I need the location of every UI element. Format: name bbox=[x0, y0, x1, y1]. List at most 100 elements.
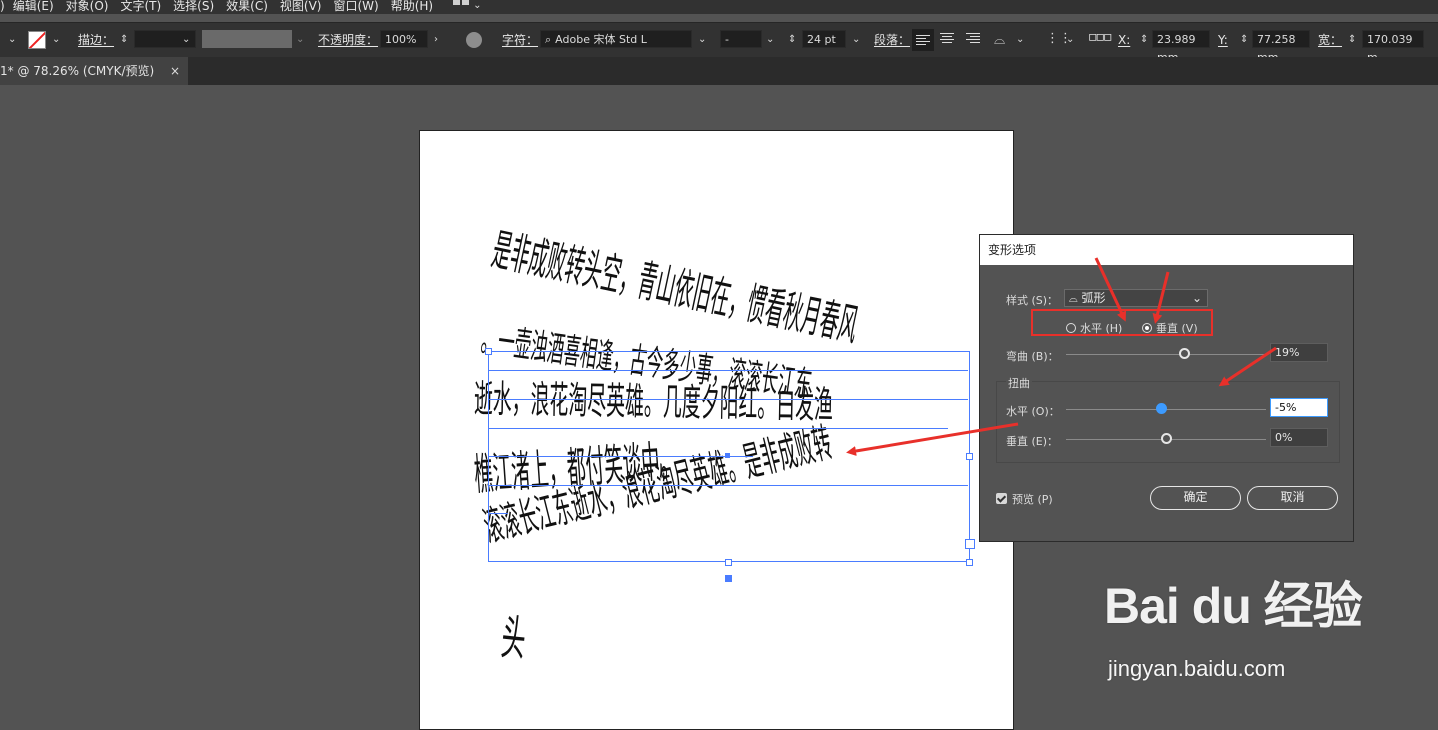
style-select-value: 弧形 bbox=[1081, 291, 1106, 305]
align-left-icon bbox=[916, 35, 930, 45]
x-stepper-icon[interactable]: ⇕ bbox=[1140, 30, 1148, 50]
workspace-switcher-icon[interactable] bbox=[453, 0, 470, 5]
menu-scroll-stub: ) bbox=[0, 0, 5, 13]
brush-definition-field[interactable] bbox=[202, 30, 292, 48]
preview-label: 预览 (P) bbox=[1012, 493, 1053, 506]
search-icon: ⌕ bbox=[545, 33, 552, 46]
control-bar: ⌄ ⌄ 描边： ⇕ ⌄ ⌄ 不透明度： 100% › 字符： ⌕ Adobe 宋体… bbox=[0, 22, 1438, 64]
width-stepper-icon[interactable]: ⇕ bbox=[1348, 30, 1356, 50]
out-port-handle[interactable] bbox=[965, 539, 975, 549]
style-label: 样式 (S)： bbox=[1006, 294, 1059, 307]
transform-reference-icon[interactable]: ▫▫▫ bbox=[1088, 29, 1113, 45]
style-select[interactable]: ⌓ 弧形 ⌄ bbox=[1064, 289, 1208, 307]
arc-style-icon: ⌓ bbox=[1069, 292, 1078, 305]
baseline-guide bbox=[488, 456, 753, 457]
font-style-field[interactable]: - bbox=[720, 30, 762, 48]
opacity-label[interactable]: 不透明度： bbox=[318, 30, 378, 50]
text-line-6[interactable]: 头 bbox=[498, 600, 529, 671]
dialog-title: 变形选项 bbox=[980, 235, 1353, 265]
font-family-dropdown-icon[interactable]: ⌄ bbox=[698, 30, 706, 50]
bend-value-field[interactable]: 19% bbox=[1270, 343, 1328, 362]
align-dropdown-icon[interactable]: ⌄ bbox=[1066, 30, 1074, 50]
menu-edit[interactable]: 编辑(E) bbox=[13, 0, 54, 12]
menu-select[interactable]: 选择(S) bbox=[173, 0, 214, 12]
font-size-field[interactable]: 24 pt bbox=[802, 30, 846, 48]
bend-label: 弯曲 (B)： bbox=[1006, 350, 1059, 363]
artboard[interactable]: 是非成败转头空，青山依旧在，惯看秋月春风 。一壶浊酒喜相逢，古今多少事，滚滚长江… bbox=[419, 130, 1014, 730]
chevron-down-icon: ⌄ bbox=[1191, 291, 1202, 305]
distortion-vertical-label: 垂直 (E)： bbox=[1006, 435, 1059, 448]
opacity-arrow-icon[interactable]: › bbox=[434, 30, 438, 50]
text-center-point bbox=[725, 453, 730, 458]
baseline-guide bbox=[488, 428, 948, 429]
baseline-guide bbox=[488, 370, 968, 371]
align-right-icon bbox=[966, 33, 980, 43]
resize-handle-bottom-right[interactable] bbox=[966, 559, 973, 566]
envelope-warp-icon[interactable]: ⌓ bbox=[994, 32, 1005, 48]
y-stepper-icon[interactable]: ⇕ bbox=[1240, 30, 1248, 50]
document-tab[interactable]: 1* @ 78.26% (CMYK/预览) × bbox=[0, 57, 188, 85]
menu-window[interactable]: 窗口(W) bbox=[333, 0, 378, 12]
recolor-artwork-icon[interactable] bbox=[466, 32, 482, 48]
distortion-label: 扭曲 bbox=[1006, 375, 1032, 391]
document-tab-title: 1* @ 78.26% (CMYK/预览) bbox=[0, 64, 155, 78]
menu-type[interactable]: 文字(T) bbox=[120, 0, 161, 12]
fill-dropdown-icon[interactable]: ⌄ bbox=[8, 30, 16, 50]
stroke-none-swatch[interactable] bbox=[28, 31, 46, 49]
x-label[interactable]: X: bbox=[1118, 30, 1130, 50]
distortion-group bbox=[996, 381, 1340, 463]
menu-object[interactable]: 对象(O) bbox=[66, 0, 109, 12]
stroke-weight-dropdown-icon[interactable]: ⌄ bbox=[182, 30, 190, 50]
font-size-dropdown-icon[interactable]: ⌄ bbox=[852, 30, 860, 50]
distortion-vertical-field[interactable]: 0% bbox=[1270, 428, 1328, 447]
brush-dropdown-icon[interactable]: ⌄ bbox=[296, 30, 304, 50]
align-right-button[interactable] bbox=[966, 33, 980, 43]
document-tab-bar: 1* @ 78.26% (CMYK/预览) × bbox=[0, 57, 1438, 85]
preview-checkbox[interactable]: 预览 (P) bbox=[996, 491, 1053, 507]
menu-bar: ) 编辑(E) 对象(O) 文字(T) 选择(S) 效果(C) 视图(V) 窗口… bbox=[0, 0, 1438, 14]
distortion-horizontal-field[interactable]: -5% bbox=[1270, 398, 1328, 417]
menu-effect[interactable]: 效果(C) bbox=[226, 0, 268, 12]
align-center-icon bbox=[940, 33, 954, 43]
paragraph-label[interactable]: 段落： bbox=[874, 30, 910, 50]
distortion-vertical-knob[interactable] bbox=[1160, 433, 1172, 444]
resize-handle-bottom-center[interactable] bbox=[725, 559, 732, 566]
distortion-horizontal-label: 水平 (O)： bbox=[1006, 405, 1060, 418]
y-label[interactable]: Y: bbox=[1218, 30, 1228, 50]
width-label[interactable]: 宽： bbox=[1318, 30, 1342, 50]
warp-bend-handle[interactable] bbox=[725, 575, 732, 582]
resize-handle-top-left[interactable] bbox=[485, 348, 492, 355]
annotation-highlight-box bbox=[1031, 309, 1213, 336]
baseline-guide bbox=[488, 399, 968, 400]
warp-options-dialog: 变形选项 样式 (S)： ⌓ 弧形 ⌄ 水平 (H) 垂直 (V) 弯曲 (B)… bbox=[979, 234, 1354, 542]
bend-slider-track[interactable] bbox=[1066, 354, 1266, 355]
stroke-stepper-icon[interactable]: ⇕ bbox=[120, 30, 128, 50]
resize-handle-middle-right[interactable] bbox=[966, 453, 973, 460]
align-left-button[interactable] bbox=[912, 29, 934, 51]
baidu-watermark-url: jingyan.baidu.com bbox=[1108, 656, 1286, 681]
baseline-guide bbox=[488, 513, 508, 514]
opacity-field[interactable]: 100% bbox=[380, 30, 428, 48]
ok-button[interactable]: 确定 bbox=[1150, 486, 1241, 510]
stroke-swatch-dropdown-icon[interactable]: ⌄ bbox=[52, 30, 60, 50]
font-family-field[interactable]: ⌕ Adobe 宋体 Std L bbox=[540, 30, 692, 48]
chevron-down-icon[interactable]: ⌄ bbox=[473, 0, 481, 12]
font-style-dropdown-icon[interactable]: ⌄ bbox=[766, 30, 774, 50]
checkbox-checked-icon[interactable] bbox=[996, 493, 1007, 504]
character-label[interactable]: 字符： bbox=[502, 30, 538, 50]
menu-help[interactable]: 帮助(H) bbox=[391, 0, 433, 12]
y-position-field[interactable]: 77.258 mm bbox=[1252, 30, 1310, 64]
baseline-guide bbox=[488, 485, 968, 486]
distortion-horizontal-knob[interactable] bbox=[1155, 403, 1167, 414]
font-family-value: Adobe 宋体 Std L bbox=[555, 33, 647, 46]
align-center-button[interactable] bbox=[940, 33, 954, 43]
warp-dropdown-icon[interactable]: ⌄ bbox=[1016, 30, 1024, 50]
menu-view[interactable]: 视图(V) bbox=[280, 0, 322, 12]
cancel-button[interactable]: 取消 bbox=[1247, 486, 1338, 510]
font-size-stepper-icon[interactable]: ⇕ bbox=[788, 30, 796, 50]
bend-slider-knob[interactable] bbox=[1178, 348, 1190, 359]
close-icon[interactable]: × bbox=[170, 57, 180, 85]
width-field[interactable]: 170.039 m bbox=[1362, 30, 1424, 64]
x-position-field[interactable]: 23.989 mm bbox=[1152, 30, 1210, 64]
stroke-label[interactable]: 描边： bbox=[78, 30, 114, 50]
